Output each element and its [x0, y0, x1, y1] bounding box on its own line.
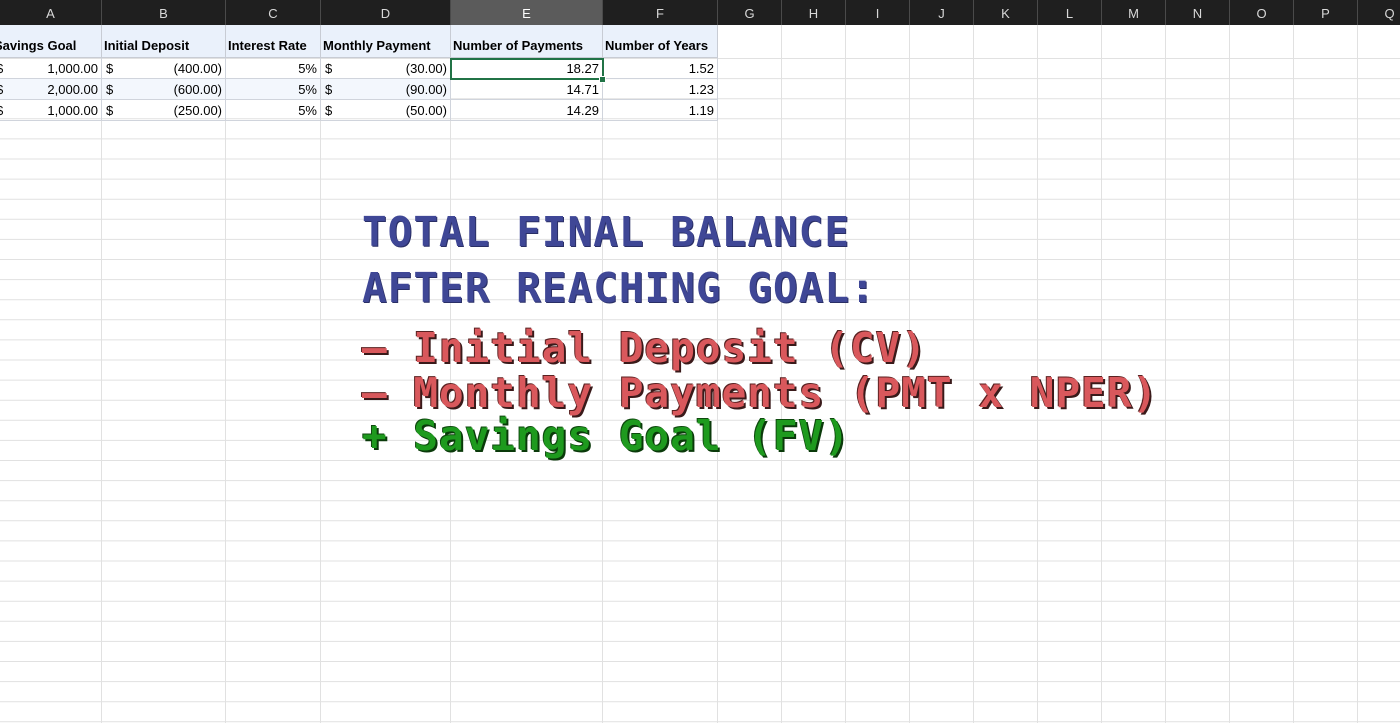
cell-monthly-payment[interactable]: $ (50.00) — [321, 100, 451, 121]
cell-initial-deposit[interactable]: $ (400.00) — [102, 58, 226, 79]
cell-number-of-years[interactable]: 1.19 — [603, 100, 718, 121]
column-header-b[interactable]: B — [102, 0, 226, 25]
cell-value: (250.00) — [173, 103, 222, 118]
cell-value: (400.00) — [173, 61, 222, 76]
header-number-of-payments[interactable]: Number of Payments — [451, 25, 603, 58]
cell-number-of-payments[interactable]: 14.71 — [451, 79, 603, 100]
cell-interest-rate[interactable]: 5% — [226, 100, 321, 121]
cell-value: (50.00) — [405, 103, 447, 118]
header-savings-goal[interactable]: Savings Goal — [0, 25, 102, 58]
column-header-k[interactable]: K — [974, 0, 1038, 25]
column-header-g[interactable]: G — [718, 0, 782, 25]
header-monthly-payment[interactable]: Monthly Payment — [321, 25, 451, 58]
column-header-h[interactable]: H — [782, 0, 846, 25]
column-header-c[interactable]: C — [226, 0, 321, 25]
cell-monthly-payment[interactable]: $ (30.00) — [321, 58, 451, 79]
column-header-o[interactable]: O — [1230, 0, 1294, 25]
cell-value: 1,000.00 — [47, 103, 98, 118]
column-header-e[interactable]: E — [451, 0, 603, 25]
cell-value: (30.00) — [405, 61, 447, 76]
cell-initial-deposit[interactable]: $ (250.00) — [102, 100, 226, 121]
cell-savings-goal[interactable]: $1,000.00 — [0, 58, 102, 79]
header-initial-deposit[interactable]: Initial Deposit — [102, 25, 226, 58]
cell-savings-goal[interactable]: $1,000.00 — [0, 100, 102, 121]
column-header-q[interactable]: Q — [1358, 0, 1400, 25]
column-header-d[interactable]: D — [321, 0, 451, 25]
column-header-n[interactable]: N — [1166, 0, 1230, 25]
column-header-j[interactable]: J — [910, 0, 974, 25]
cell-number-of-years[interactable]: 1.23 — [603, 79, 718, 100]
fill-handle[interactable] — [599, 76, 606, 83]
column-header-i[interactable]: I — [846, 0, 910, 25]
cell-value: 1,000.00 — [47, 61, 98, 76]
cell-value: (90.00) — [405, 82, 447, 97]
column-header-f[interactable]: F — [603, 0, 718, 25]
currency-symbol: $ — [0, 79, 3, 99]
cell-number-of-payments[interactable]: 14.29 — [451, 100, 603, 121]
column-header-l[interactable]: L — [1038, 0, 1102, 25]
column-header-a[interactable]: A — [0, 0, 102, 25]
cell-value: 2,000.00 — [47, 82, 98, 97]
header-number-of-years[interactable]: Number of Years — [603, 25, 718, 58]
column-header-m[interactable]: M — [1102, 0, 1166, 25]
column-header-bar: ABCDEFGHIJKLMNOPQ — [0, 0, 1400, 25]
currency-symbol: $ — [106, 61, 114, 76]
cell-interest-rate[interactable]: 5% — [226, 79, 321, 100]
currency-symbol: $ — [0, 58, 3, 78]
header-interest-rate[interactable]: Interest Rate — [226, 25, 321, 58]
cell-interest-rate[interactable]: 5% — [226, 58, 321, 79]
cell-number-of-years[interactable]: 1.52 — [603, 58, 718, 79]
column-header-p[interactable]: P — [1294, 0, 1358, 25]
cell-initial-deposit[interactable]: $ (600.00) — [102, 79, 226, 100]
currency-symbol: $ — [0, 100, 3, 120]
spreadsheet[interactable]: ABCDEFGHIJKLMNOPQ Savings Goal Initial D… — [0, 0, 1400, 723]
currency-symbol: $ — [325, 82, 333, 97]
cell-number-of-payments[interactable]: 18.27 — [451, 58, 603, 79]
currency-symbol: $ — [325, 103, 333, 118]
currency-symbol: $ — [325, 61, 333, 76]
currency-symbol: $ — [106, 82, 114, 97]
cell-value: (600.00) — [173, 82, 222, 97]
cell-savings-goal[interactable]: $2,000.00 — [0, 79, 102, 100]
grid-lines — [0, 25, 1400, 723]
cell-monthly-payment[interactable]: $ (90.00) — [321, 79, 451, 100]
currency-symbol: $ — [106, 103, 114, 118]
